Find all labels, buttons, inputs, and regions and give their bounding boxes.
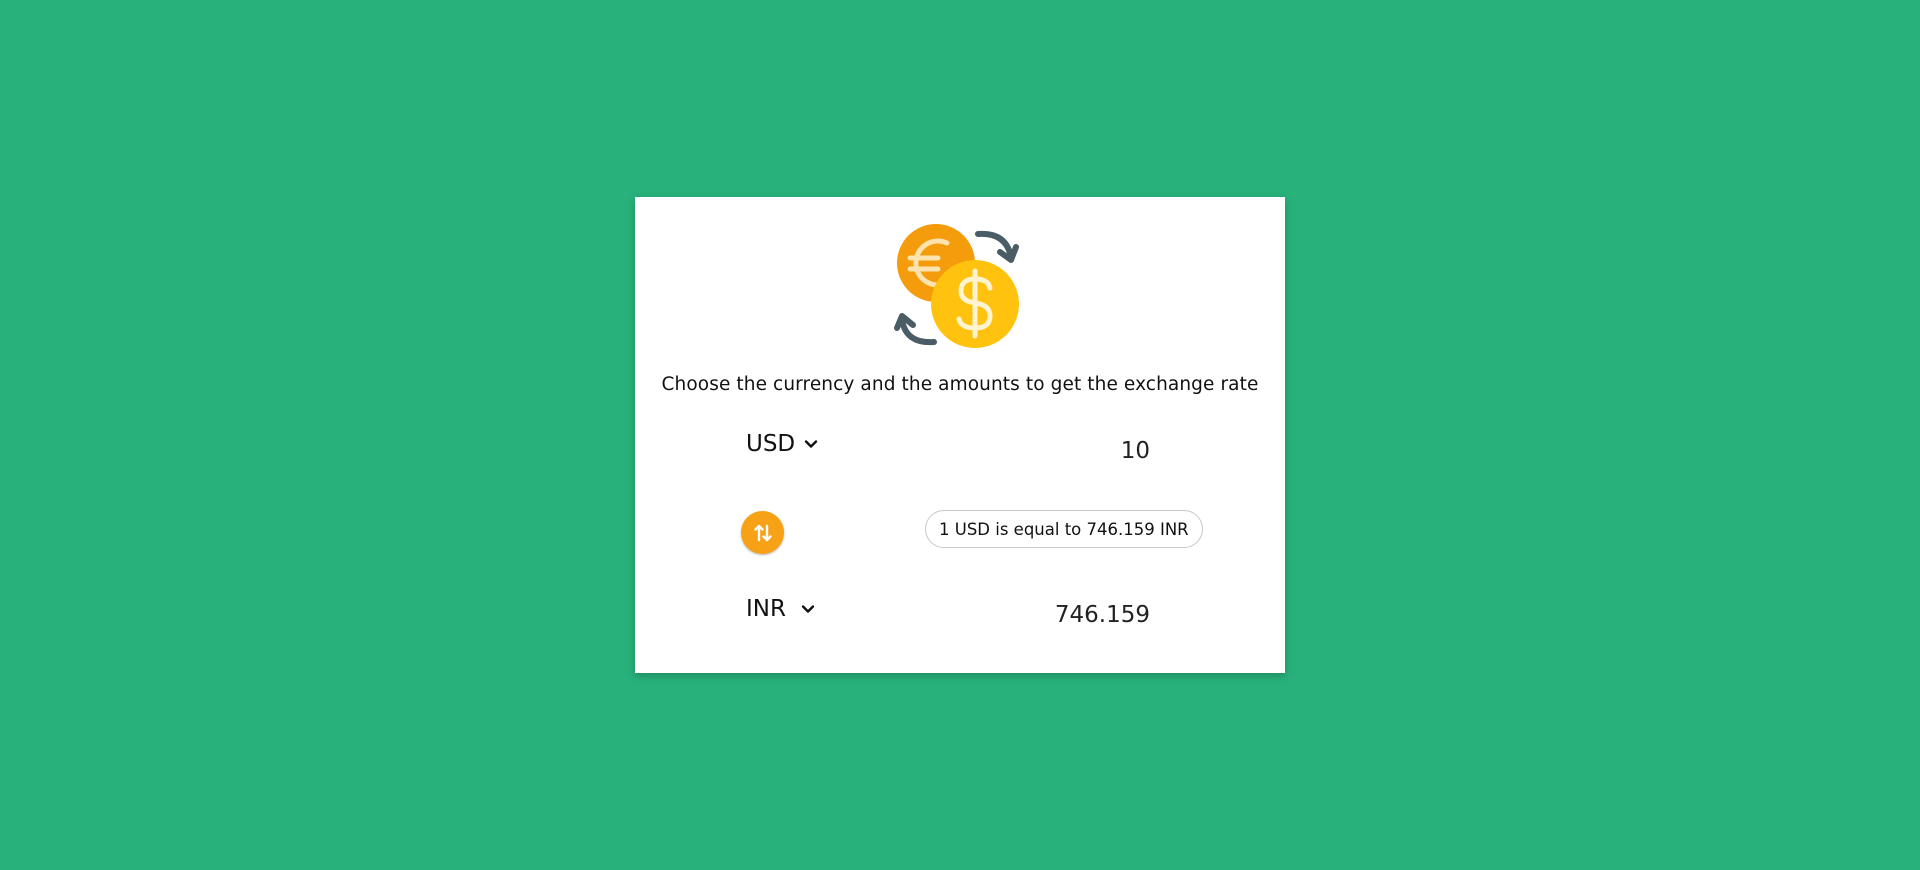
from-currency-code: USD	[746, 431, 796, 457]
to-currency-code: INR	[746, 596, 786, 622]
swap-vertical-icon	[753, 524, 772, 541]
to-amount-input[interactable]	[995, 598, 1150, 632]
exchange-rate-text: 1 USD is equal to 746.159 INR	[939, 519, 1189, 539]
currency-exchange-icon	[894, 224, 1019, 348]
chevron-down-icon	[804, 440, 818, 448]
from-currency-select[interactable]: USD	[746, 431, 818, 457]
from-amount-input[interactable]	[995, 434, 1150, 468]
exchange-rate-badge: 1 USD is equal to 746.159 INR	[925, 510, 1203, 548]
instructions-text: Choose the currency and the amounts to g…	[661, 374, 1259, 395]
swap-currencies-button[interactable]	[741, 511, 784, 554]
converter-card: Choose the currency and the amounts to g…	[635, 197, 1285, 673]
to-currency-select[interactable]: INR	[746, 596, 815, 622]
chevron-down-icon	[801, 605, 815, 613]
